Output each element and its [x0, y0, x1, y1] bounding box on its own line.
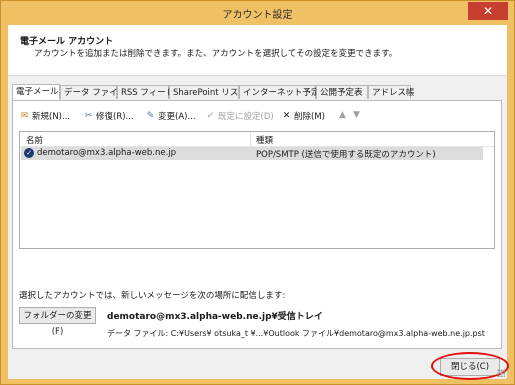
window-title: アカウント設定	[222, 10, 293, 21]
account-type: POP/SMTP (送信で使用する既定のアカウント)	[256, 150, 436, 160]
column-header-name[interactable]: 名前	[26, 134, 43, 146]
repair-button-label: 修復(R)...	[96, 112, 134, 122]
delete-icon: ✕	[282, 110, 291, 121]
header-description: アカウントを追加または削除できます。また、アカウントを選択してその設定を変更でき…	[34, 49, 398, 59]
default-account-check-icon: ✓	[24, 148, 34, 158]
accounts-list[interactable]: 名前 種類 ✓ demotaro@mx3.alpha-web.ne.jp POP…	[19, 131, 495, 249]
change-button-label: 変更(A)...	[158, 112, 196, 122]
arrow-down-icon: ▼	[353, 110, 360, 120]
tab-data-files[interactable]: データ ファイル	[60, 85, 126, 99]
arrow-up-icon: ▲	[339, 110, 346, 120]
new-account-icon: ✉	[20, 110, 29, 121]
header-title: 電子メール アカウント	[20, 37, 114, 47]
account-row[interactable]: ✓ demotaro@mx3.alpha-web.ne.jp POP/SMTP …	[21, 147, 483, 160]
new-button[interactable]: ✉ 新規(N)...	[19, 110, 71, 123]
column-header-type[interactable]: 種類	[256, 134, 273, 146]
column-divider[interactable]	[250, 132, 251, 146]
move-up-button[interactable]: ▲	[337, 110, 350, 121]
change-folder-button[interactable]: フォルダーの変更(F)	[19, 307, 96, 337]
list-header: 名前 種類	[20, 132, 494, 147]
set-default-button[interactable]: ✔ 既定に設定(D)	[205, 110, 274, 123]
change-button[interactable]: ✎ 変更(A)...	[145, 110, 196, 123]
account-name: demotaro@mx3.alpha-web.ne.jp	[37, 148, 177, 158]
data-file-path: データ ファイル: C:¥Users¥ otsuka_t ¥...¥Outloo…	[107, 329, 485, 338]
tab-sharepoint-lists[interactable]: SharePoint リスト	[169, 85, 247, 99]
tab-published-calendars[interactable]: 公開予定表	[316, 85, 368, 99]
header-panel: 電子メール アカウント アカウントを追加または削除できます。また、アカウントを選…	[8, 25, 507, 76]
account-settings-window: アカウント設定 ✕ 電子メール アカウント アカウントを追加または削除できます。…	[0, 0, 515, 385]
tab-address-books[interactable]: アドレス帳	[368, 85, 415, 99]
tab-internet-calendars[interactable]: インターネット予定表	[239, 85, 328, 99]
repair-icon: ✂	[84, 110, 93, 121]
delete-button-label: 削除(M)	[294, 112, 325, 122]
resize-grip[interactable]	[497, 369, 505, 377]
close-window-icon[interactable]: ✕	[468, 2, 508, 20]
change-icon: ✎	[146, 110, 155, 121]
tab-email[interactable]: 電子メール	[12, 84, 60, 100]
dialog-footer: 閉じる(C)	[8, 349, 509, 380]
tab-rss-feeds[interactable]: RSS フィード	[117, 85, 174, 99]
set-default-button-label: 既定に設定(D)	[218, 112, 274, 122]
repair-button[interactable]: ✂ 修復(R)...	[83, 110, 134, 123]
dialog-body: 電子メール アカウント アカウントを追加または削除できます。また、アカウントを選…	[8, 25, 509, 380]
delete-button[interactable]: ✕ 削除(M)	[281, 110, 325, 123]
email-tab-panel: ✉ 新規(N)... ✂ 修復(R)... ✎ 変更(A)... ✔ 既定に設定…	[12, 100, 502, 349]
new-button-label: 新規(N)...	[32, 112, 71, 122]
title-bar[interactable]: アカウント設定 ✕	[1, 1, 514, 25]
move-down-button[interactable]: ▼	[351, 110, 364, 121]
delivery-folder: demotaro@mx3.alpha-web.ne.jp¥受信トレイ	[107, 312, 323, 322]
delivery-label: 選択したアカウントでは、新しいメッセージを次の場所に配信します:	[19, 291, 286, 301]
set-default-icon: ✔	[206, 110, 215, 121]
